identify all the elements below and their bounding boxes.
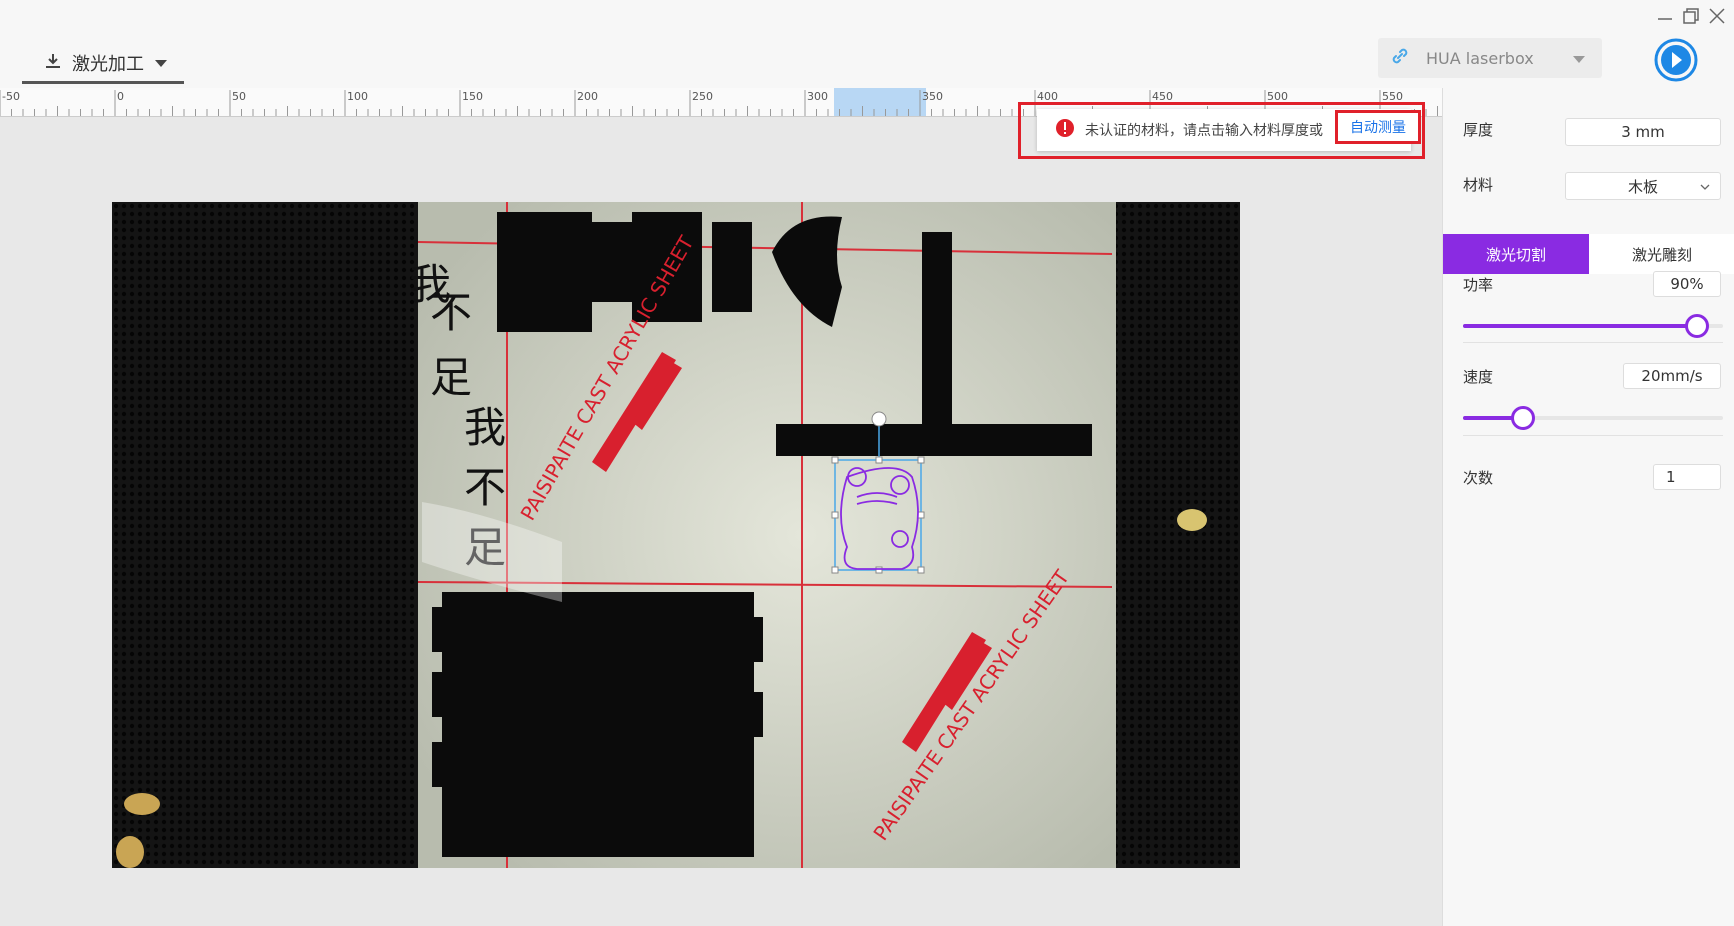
top-bar: 激光加工 HUA laserbox bbox=[0, 0, 1734, 88]
download-icon bbox=[44, 52, 62, 74]
speed-slider[interactable] bbox=[1463, 406, 1723, 430]
warning-message: 未认证的材料，请点击输入材料厚度或 bbox=[1085, 123, 1323, 139]
ruler-label: 250 bbox=[692, 90, 713, 103]
start-button[interactable] bbox=[1654, 38, 1698, 82]
passes-input[interactable]: 1 bbox=[1653, 464, 1721, 490]
passes-value: 1 bbox=[1666, 468, 1676, 486]
link-icon bbox=[1390, 46, 1410, 70]
thickness-label: 厚度 bbox=[1463, 121, 1494, 139]
ruler-label: 150 bbox=[462, 90, 483, 103]
tab-laser-cut[interactable]: 激光切割 bbox=[1443, 234, 1589, 274]
play-icon bbox=[1654, 38, 1698, 82]
settings-panel: 厚度 3 mm 材料 木板 激光切割 激光雕刻 功率 90% 速度 20mm/s… bbox=[1442, 88, 1734, 926]
mode-tab-laser-processing[interactable]: 激光加工 bbox=[22, 44, 184, 84]
thickness-value: 3 mm bbox=[1621, 123, 1665, 141]
ruler-label: 100 bbox=[347, 90, 368, 103]
svg-text:不: 不 bbox=[464, 463, 506, 512]
minimize-icon bbox=[1658, 18, 1672, 20]
power-value: 90% bbox=[1670, 275, 1704, 293]
restore-icon bbox=[1683, 8, 1699, 24]
passes-label: 次数 bbox=[1463, 469, 1494, 487]
power-slider-handle[interactable] bbox=[1685, 314, 1709, 338]
error-icon bbox=[1055, 118, 1075, 142]
work-canvas[interactable]: 我 不 足 我 不 足 PAISIPAITE CAST ACRYLIC SHEE… bbox=[0, 117, 1442, 926]
minimize-button[interactable] bbox=[1652, 4, 1678, 28]
device-selector[interactable]: HUA laserbox bbox=[1378, 38, 1602, 78]
ruler-selection-band bbox=[834, 88, 926, 116]
caret-down-icon[interactable] bbox=[154, 53, 168, 72]
tab-laser-engrave[interactable]: 激光雕刻 bbox=[1589, 234, 1734, 274]
ruler-label: 300 bbox=[807, 90, 828, 103]
process-tabs: 激光切割 激光雕刻 bbox=[1443, 234, 1734, 274]
auto-measure-link[interactable]: 自动测量 bbox=[1335, 110, 1421, 144]
speed-label: 速度 bbox=[1463, 368, 1494, 386]
device-name: HUA laserbox bbox=[1426, 48, 1534, 68]
speed-slider-handle[interactable] bbox=[1510, 406, 1535, 430]
chevron-down-icon bbox=[1700, 178, 1710, 196]
material-select[interactable]: 木板 bbox=[1565, 172, 1721, 200]
ruler-label: 200 bbox=[577, 90, 598, 103]
mode-label: 激光加工 bbox=[72, 53, 144, 75]
power-input[interactable]: 90% bbox=[1653, 271, 1721, 297]
speed-input[interactable]: 20mm/s bbox=[1623, 363, 1721, 389]
camera-preview: 我 不 足 我 不 足 PAISIPAITE CAST ACRYLIC SHEE… bbox=[112, 202, 1240, 868]
caret-down-icon bbox=[1572, 49, 1586, 68]
ruler-label: -50 bbox=[2, 90, 20, 103]
thickness-input[interactable]: 3 mm bbox=[1565, 118, 1721, 146]
power-slider[interactable] bbox=[1463, 314, 1723, 338]
speed-value: 20mm/s bbox=[1641, 367, 1703, 385]
material-value: 木板 bbox=[1627, 177, 1658, 196]
svg-text:不: 不 bbox=[430, 288, 472, 337]
ruler-label: 350 bbox=[922, 90, 943, 103]
ruler-label: 50 bbox=[232, 90, 246, 103]
power-label: 功率 bbox=[1463, 276, 1494, 294]
restore-button[interactable] bbox=[1678, 4, 1704, 28]
svg-text:我: 我 bbox=[464, 403, 506, 452]
close-button[interactable] bbox=[1704, 4, 1730, 28]
ruler-label: 0 bbox=[117, 90, 124, 103]
close-icon bbox=[1709, 8, 1725, 24]
svg-text:足: 足 bbox=[430, 353, 472, 402]
material-label: 材料 bbox=[1463, 176, 1494, 194]
